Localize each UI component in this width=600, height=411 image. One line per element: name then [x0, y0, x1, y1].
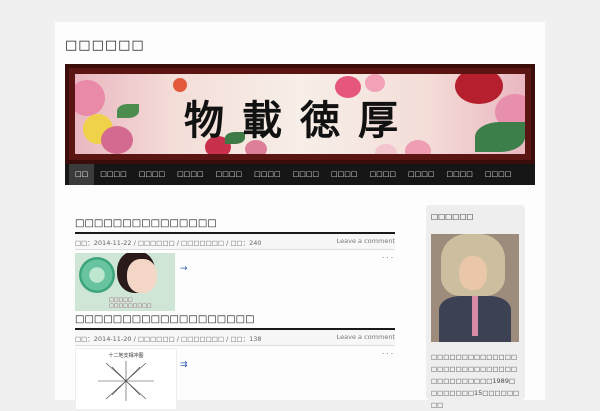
page-container: □□□□□□ 物載徳厚 □□ □□□□ □□□□ □□□□ □□□□ □□□□ [55, 22, 545, 410]
nav-item[interactable]: □□□□ [440, 164, 478, 185]
nav-item[interactable]: □□□□ [94, 164, 132, 185]
nav-item[interactable]: □□□□ [402, 164, 440, 185]
nav-item[interactable]: □□□□ [364, 164, 402, 185]
post-title-link[interactable]: □□□□□□□□□□□□□□□□□□□ [75, 314, 395, 330]
nav-item[interactable]: □□□□ [248, 164, 286, 185]
author-avatar[interactable] [431, 234, 519, 342]
post-thumbnail[interactable]: 十二地支相冲图 [75, 348, 177, 410]
post-title-link[interactable]: □□□□□□□□□□□□□□□ [75, 218, 395, 234]
zodiac-diagram-icon [98, 361, 154, 401]
portrait-image [127, 259, 157, 293]
read-more-arrow-icon[interactable]: → [180, 264, 188, 274]
site-title[interactable]: □□□□□□ [65, 38, 145, 53]
banner-calligraphy: 物載徳厚 [184, 97, 416, 144]
leave-comment-link[interactable]: Leave a comment [337, 237, 395, 247]
sidebar-widget: □□□□□□ □□□□□□□□□□□□□□□□□□□□□□□□□□□□□□□□□… [426, 205, 525, 409]
more-dots-icon: · · · [382, 254, 394, 262]
nav-item[interactable]: □□□□ [210, 164, 248, 185]
header-banner[interactable]: 物載徳厚 [65, 64, 535, 164]
main-navigation: □□ □□□□ □□□□ □□□□ □□□□ □□□□ □□□□ □□□□ □□… [65, 164, 535, 185]
post-entry: □□□□□□□□□□□□□□□□□□□ □□：2014-11-20 / □□□□… [75, 314, 395, 346]
nav-item[interactable]: □□□□ [171, 164, 209, 185]
post-meta: □□：2014-11-22 / □□□□□□ / □□□□□□□ / □□：24… [75, 234, 395, 250]
nav-item-home[interactable]: □□ [69, 164, 95, 185]
thumbnail-caption: □□□□□ □□□□□□□□□ [109, 297, 152, 309]
leave-comment-link[interactable]: Leave a comment [337, 333, 395, 343]
widget-title: □□□□□□ [431, 212, 474, 221]
read-more-arrow-icon[interactable]: ⇉ [180, 360, 188, 370]
author-bio: □□□□□□□□□□□□□□□□□□□□□□□□□□□□□□□□□□□□□□19… [431, 353, 520, 409]
nav-item[interactable]: □□□□ [133, 164, 171, 185]
nav-item[interactable]: □□□□ [325, 164, 363, 185]
post-entry: □□□□□□□□□□□□□□□ □□：2014-11-22 / □□□□□□ /… [75, 218, 395, 250]
nav-item[interactable]: □□□□ [287, 164, 325, 185]
post-thumbnail[interactable]: □□□□□ □□□□□□□□□ [75, 253, 175, 311]
post-meta: □□：2014-11-20 / □□□□□□ / □□□□□□□ / □□：13… [75, 330, 395, 346]
umbrella-image [79, 257, 115, 293]
nav-item[interactable]: □□□□ [479, 164, 517, 185]
post-meta-text: □□：2014-11-22 / □□□□□□ / □□□□□□□ / □□：24… [75, 239, 262, 247]
post-meta-text: □□：2014-11-20 / □□□□□□ / □□□□□□□ / □□：13… [75, 335, 262, 343]
more-dots-icon: · · · [382, 350, 394, 358]
banner-image: 物載徳厚 [75, 74, 525, 154]
